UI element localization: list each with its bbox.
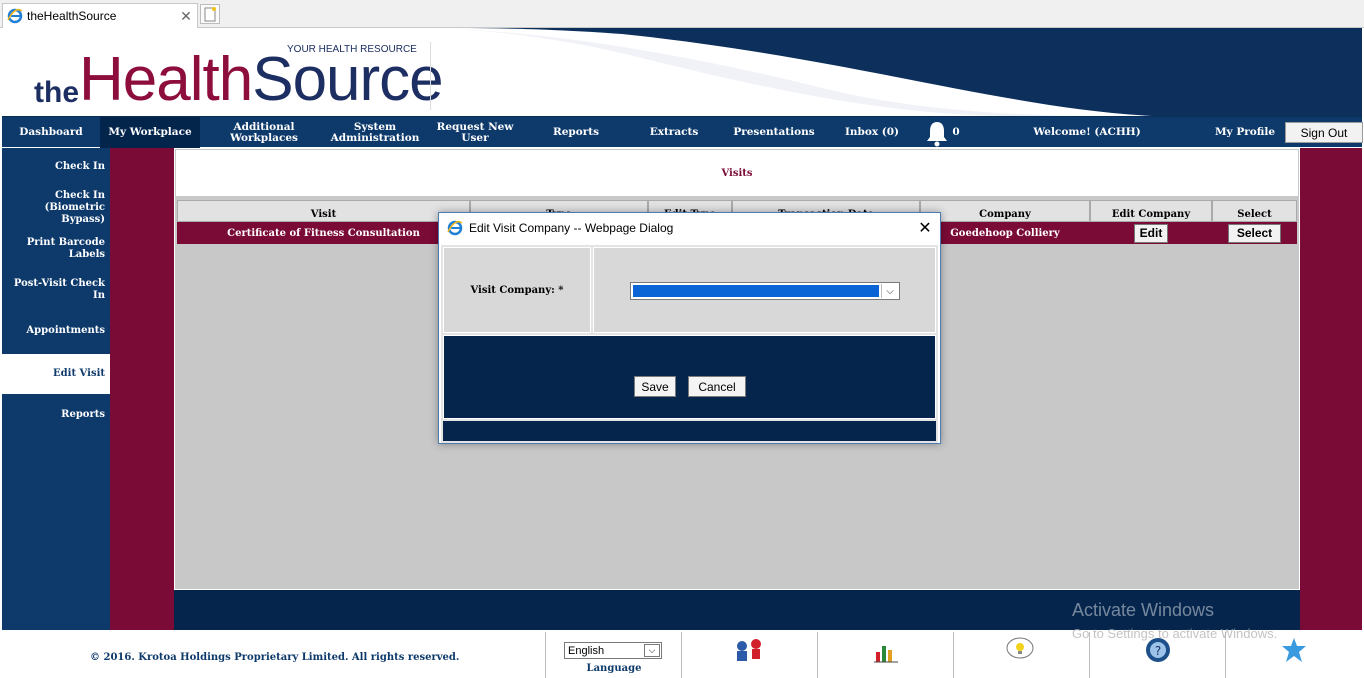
- column-header-select: Select: [1212, 200, 1297, 222]
- dialog-title: Edit Visit Company -- Webpage Dialog: [469, 221, 674, 235]
- page-title: Visits: [176, 150, 1298, 196]
- nav-my-workplace[interactable]: My Workplace: [100, 117, 200, 148]
- notification-bell-icon[interactable]: [924, 120, 950, 148]
- language-value: English: [568, 644, 605, 657]
- dialog-footer-bar: [443, 421, 936, 441]
- sign-out-button[interactable]: Sign Out: [1285, 122, 1363, 143]
- select-button[interactable]: Select: [1228, 223, 1281, 243]
- language-select[interactable]: English ⌵: [564, 642, 662, 659]
- site-header: theHealthSource YOUR HEALTH RESOURCE: [2, 28, 1362, 116]
- cell-company: Goedehoop Colliery: [950, 227, 1060, 239]
- select-highlight: [633, 285, 879, 297]
- sidebar-item-post-visit-check-in[interactable]: Post-Visit Check In: [2, 278, 110, 301]
- internet-explorer-icon: [447, 220, 463, 236]
- sidebar-item-reports[interactable]: Reports: [2, 404, 110, 426]
- nav-inbox[interactable]: Inbox (0): [824, 117, 920, 148]
- nav-extracts[interactable]: Extracts: [624, 117, 724, 148]
- footer-cell-stats[interactable]: [817, 632, 953, 678]
- nav-presentations[interactable]: Presentations: [724, 117, 824, 148]
- dialog-action-bar: Save Cancel: [443, 335, 936, 419]
- logo-health: Health: [79, 45, 253, 114]
- dialog-close-icon[interactable]: ✕: [910, 213, 940, 243]
- sidebar: Check In Check In (Biometric Bypass) Pri…: [2, 148, 110, 630]
- svg-text:?: ?: [1155, 644, 1161, 658]
- browser-tab-title: theHealthSource: [27, 9, 117, 23]
- cell-visit: Certificate of Fitness Consultation: [227, 227, 420, 239]
- logo-source: Source: [252, 45, 443, 114]
- nav-additional-workplaces[interactable]: Additional Workplaces: [200, 117, 328, 148]
- cell-select: Select: [1212, 222, 1297, 244]
- browser-tab[interactable]: theHealthSource ✕: [2, 3, 198, 28]
- language-cell: English ⌵ Language: [545, 632, 681, 678]
- edit-company-button[interactable]: Edit: [1134, 223, 1168, 243]
- close-tab-icon[interactable]: ✕: [179, 8, 193, 25]
- edit-visit-company-dialog: Edit Visit Company -- Webpage Dialog ✕ V…: [438, 212, 941, 444]
- incident-icon: [737, 639, 761, 661]
- sidebar-item-edit-visit[interactable]: Edit Visit: [2, 354, 110, 394]
- column-header-edit-company: Edit Company: [1090, 200, 1212, 222]
- cancel-button[interactable]: Cancel: [688, 376, 746, 397]
- dialog-body: Visit Company: * ⌵ Save Cancel: [441, 245, 938, 443]
- nav-system-administration[interactable]: System Administration: [328, 117, 422, 148]
- browser-tab-bar: theHealthSource ✕: [0, 0, 1364, 28]
- activate-windows-watermark: Activate Windows: [1072, 600, 1215, 620]
- column-header-company: Company: [920, 200, 1090, 222]
- header-divider: [430, 42, 431, 110]
- logo-the: the: [34, 76, 79, 109]
- save-button[interactable]: Save: [634, 376, 676, 397]
- sidebar-item-print-barcode-labels[interactable]: Print Barcode Labels: [2, 237, 110, 260]
- copyright-text: © 2016. Krotoa Holdings Proprietary Limi…: [90, 652, 460, 663]
- sidebar-item-check-in[interactable]: Check In: [2, 156, 110, 178]
- new-tab-button[interactable]: [200, 4, 220, 24]
- nav-request-new-user[interactable]: Request New User: [422, 117, 528, 148]
- column-header-visit: Visit: [177, 200, 470, 222]
- nav-dashboard[interactable]: Dashboard: [2, 117, 100, 148]
- welcome-text: Welcome! (ACHH): [1033, 126, 1141, 138]
- chevron-down-icon[interactable]: ⌵: [881, 284, 898, 298]
- footer-cell-request[interactable]: [953, 632, 1089, 678]
- new-tab-icon: [204, 7, 216, 22]
- main-nav: Dashboard My Workplace Additional Workpl…: [2, 116, 1363, 148]
- app-root: theHealthSource ✕ theHealthSource YOUR H…: [0, 0, 1364, 678]
- cell-edit-company: Edit: [1090, 222, 1212, 244]
- sidebar-item-appointments[interactable]: Appointments: [2, 320, 110, 342]
- language-label: Language: [586, 663, 642, 674]
- lightbulb-icon: [1006, 637, 1034, 659]
- sidebar-item-check-in-biometric-bypass[interactable]: Check In (Biometric Bypass): [2, 190, 110, 225]
- nav-reports[interactable]: Reports: [528, 117, 624, 148]
- chevron-down-icon[interactable]: ⌵: [644, 644, 660, 657]
- dialog-titlebar[interactable]: Edit Visit Company -- Webpage Dialog ✕: [439, 213, 940, 243]
- logo-tagline: YOUR HEALTH RESOURCE: [287, 44, 417, 55]
- new-badge-icon: [1282, 638, 1306, 662]
- visit-company-select[interactable]: ⌵: [630, 282, 900, 300]
- chart-icon: [874, 646, 898, 663]
- footer-cell-incident[interactable]: [681, 632, 817, 678]
- visit-company-label: Visit Company: *: [443, 247, 591, 333]
- nav-my-profile[interactable]: My Profile: [1208, 117, 1282, 148]
- internet-explorer-icon: [7, 8, 23, 24]
- visit-company-input-cell: ⌵: [593, 247, 936, 333]
- activate-windows-hint: Go to Settings to activate Windows.: [1072, 626, 1278, 641]
- notification-count: 0: [952, 126, 960, 138]
